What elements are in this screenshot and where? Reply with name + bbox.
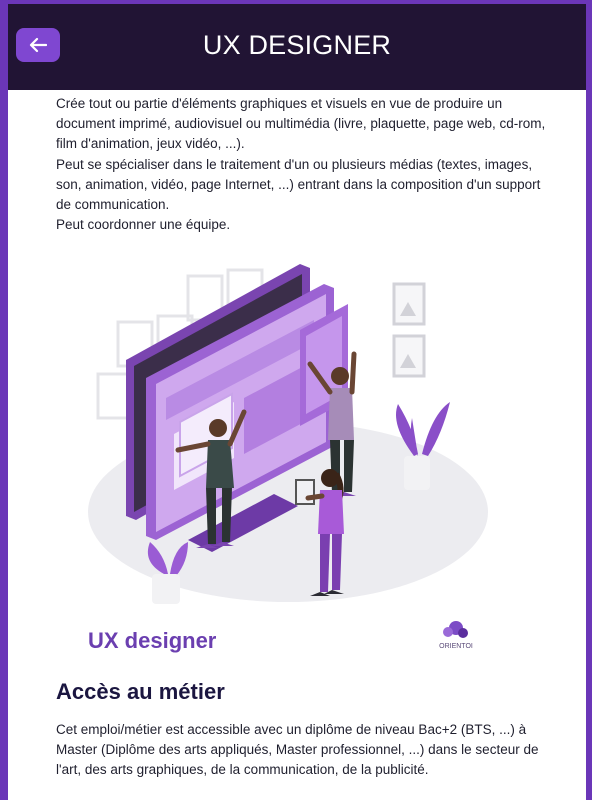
access-section-title: Accès au métier: [56, 679, 225, 704]
description-paragraph-2: Peut se spécialiser dans le traitement d…: [56, 156, 541, 213]
description-paragraph-3: Peut coordonner une équipe.: [56, 217, 231, 233]
window-frame-left: [0, 0, 8, 800]
ux-designer-illustration: UX designer ORIENTOI: [88, 264, 488, 653]
page-title: UX DESIGNER: [202, 30, 392, 60]
illustration-caption: UX designer: [88, 628, 217, 653]
description-paragraph-1: Crée tout ou partie d'éléments graphique…: [56, 96, 546, 152]
wall-picture-frames: [392, 282, 426, 378]
orientoi-logo: ORIENTOI: [439, 621, 473, 650]
main-content: Crée tout ou partie d'éléments graphique…: [8, 90, 586, 800]
job-description: Crée tout ou partie d'éléments graphique…: [8, 90, 556, 235]
logo-text: ORIENTOI: [439, 643, 473, 650]
access-section-body: Cet emploi/métier est accessible avec un…: [56, 722, 539, 778]
app-header: UX DESIGNER: [8, 4, 586, 90]
window-frame-right: [586, 0, 592, 800]
